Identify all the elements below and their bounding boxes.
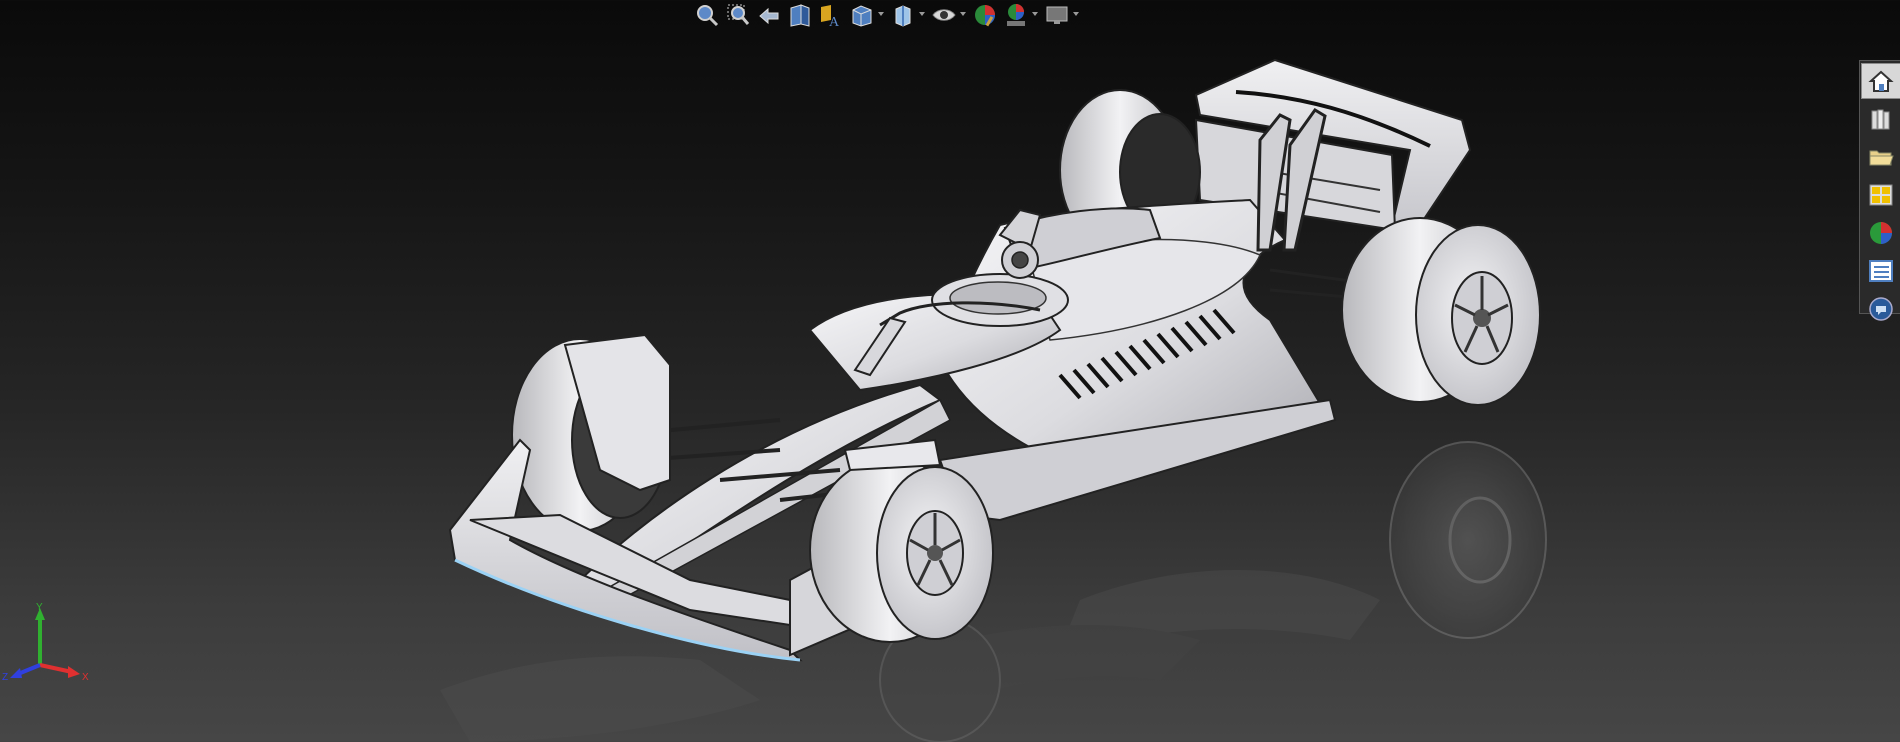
dynamic-annotation-views-button[interactable]: A bbox=[817, 1, 845, 29]
front-left-tire bbox=[511, 333, 671, 532]
apply-scene-button[interactable] bbox=[1002, 1, 1038, 29]
triad-z-label: Z bbox=[2, 672, 8, 683]
custom-properties-icon bbox=[1869, 260, 1893, 282]
view-settings-button[interactable] bbox=[1043, 1, 1079, 29]
view-orientation-button[interactable] bbox=[848, 1, 884, 29]
appearances-scenes-icon bbox=[1870, 222, 1892, 244]
reference-triad: Y X Z bbox=[2, 602, 89, 683]
rear-right-tire bbox=[1341, 217, 1541, 406]
hide-show-items-dropdown-icon[interactable] bbox=[960, 12, 966, 16]
display-style-icon bbox=[895, 5, 911, 27]
triad-y-label: Y bbox=[36, 602, 43, 613]
zoom-to-area-button[interactable] bbox=[724, 1, 752, 29]
display-style-button[interactable] bbox=[889, 1, 925, 29]
previous-view-button[interactable] bbox=[755, 1, 783, 29]
solidworks-resources-icon bbox=[1868, 70, 1894, 92]
edit-appearance-icon bbox=[975, 5, 995, 27]
view-settings-icon bbox=[1046, 6, 1068, 24]
view-palette-icon bbox=[1869, 184, 1893, 206]
triad-x-label: X bbox=[82, 672, 89, 683]
tab-solidworks-resources[interactable] bbox=[1861, 63, 1900, 99]
tab-solidworks-forum[interactable] bbox=[1861, 291, 1900, 327]
svg-text:A: A bbox=[829, 15, 840, 28]
dynamic-annotation-views-icon: A bbox=[821, 5, 840, 28]
section-view-button[interactable] bbox=[786, 1, 814, 29]
solidworks-forum-icon bbox=[1869, 297, 1893, 321]
tab-design-library[interactable] bbox=[1861, 101, 1900, 137]
tab-view-palette[interactable] bbox=[1861, 177, 1900, 213]
heads-up-view-toolbar: A bbox=[693, 0, 1081, 30]
f1-car-model[interactable] bbox=[0, 0, 1900, 742]
file-explorer-icon bbox=[1869, 150, 1894, 166]
view-orientation-dropdown-icon[interactable] bbox=[878, 12, 884, 16]
apply-scene-icon bbox=[1007, 4, 1025, 26]
section-view-icon bbox=[790, 4, 810, 27]
view-orientation-icon bbox=[852, 5, 872, 27]
tab-file-explorer[interactable] bbox=[1861, 139, 1900, 175]
previous-view-icon bbox=[759, 7, 779, 25]
tab-appearances-scenes[interactable] bbox=[1861, 215, 1900, 251]
zoom-to-fit-button[interactable] bbox=[693, 1, 721, 29]
triad-z-axis bbox=[17, 663, 41, 676]
task-pane bbox=[1859, 60, 1900, 321]
view-settings-dropdown-icon[interactable] bbox=[1073, 12, 1079, 16]
hide-show-items-icon bbox=[932, 9, 956, 21]
zoom-to-area-icon bbox=[727, 4, 750, 25]
zoom-to-fit-icon bbox=[697, 5, 719, 27]
tab-custom-properties[interactable] bbox=[1861, 253, 1900, 289]
triad-x-axis bbox=[39, 663, 73, 674]
design-library-icon bbox=[1871, 109, 1890, 130]
edit-appearance-button[interactable] bbox=[971, 1, 999, 29]
apply-scene-dropdown-icon[interactable] bbox=[1032, 12, 1038, 16]
hide-show-items-button[interactable] bbox=[930, 1, 966, 29]
display-style-dropdown-icon[interactable] bbox=[919, 12, 925, 16]
graphics-area[interactable]: A Y X Z bbox=[0, 0, 1900, 742]
